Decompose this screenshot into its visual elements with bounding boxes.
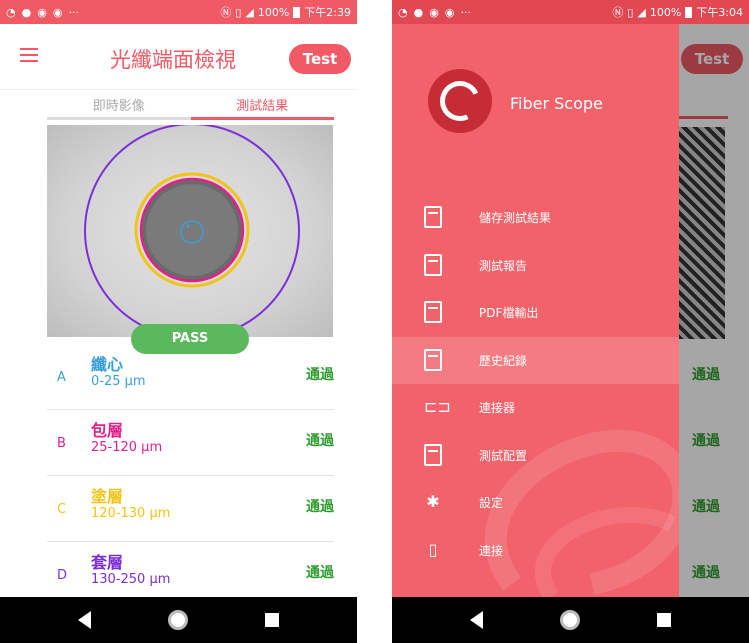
app-icon-2: ◉ xyxy=(444,5,455,19)
navigation-drawer: Fiber Scope 儲存測試結果 測試報告 PDF檔輸出 歷史紀錄 ⊏⊐ 連… xyxy=(392,24,679,597)
zone-range: 120-130 µm xyxy=(91,506,171,521)
zone-status: 通過 xyxy=(306,433,334,449)
brand-name: Fiber Scope xyxy=(510,94,603,113)
fiber-endface-image xyxy=(47,125,333,337)
menu-item-label: 歷史紀錄 xyxy=(479,353,528,368)
download-doc-icon xyxy=(424,206,442,228)
drawer-menu: 儲存測試結果 測試報告 PDF檔輸出 歷史紀錄 ⊏⊐ 連接器 測試配置 ✱ 設定… xyxy=(392,194,679,574)
status-bar: ◔ ● ◉ ◉ ··· Ⓝ ▯ ◢ 100% 下午2:39 xyxy=(0,0,357,24)
zone-letter: C xyxy=(57,502,67,517)
more-notifications: ··· xyxy=(460,5,471,19)
phone-icon: ▯ xyxy=(428,539,438,559)
menu-item-label: 儲存測試結果 xyxy=(479,211,552,225)
menu-item-label: 設定 xyxy=(479,496,504,510)
app-bar: 光纖端面檢視 Test xyxy=(0,24,357,90)
status-bar: ◔ ● ◉ ◉ ··· Ⓝ ▯ ◢ 100% 下午3:04 xyxy=(392,0,749,24)
zone-range: 130-250 µm xyxy=(91,572,171,587)
app-icon-2: ◉ xyxy=(52,5,63,19)
battery-icon xyxy=(685,6,693,18)
recent-apps-icon[interactable] xyxy=(264,613,279,627)
menu-item-connect[interactable]: ▯ 連接 xyxy=(392,527,679,575)
menu-item-save-result[interactable]: 儲存測試結果 xyxy=(392,194,679,242)
battery-icon xyxy=(293,6,301,18)
zone-status: 通過 xyxy=(306,565,334,581)
menu-item-label: 測試配置 xyxy=(479,448,528,463)
menu-item-label: 連接器 xyxy=(479,401,516,415)
zone-name: 纖心 xyxy=(91,355,124,374)
zone-name: 塗層 xyxy=(91,487,124,506)
vibrate-icon: ▯ xyxy=(627,5,634,19)
zone-status: 通過 xyxy=(306,499,334,515)
battery-percent: 100% xyxy=(649,5,682,19)
clock: 下午2:39 xyxy=(304,6,351,19)
battery-percent: 100% xyxy=(257,5,290,19)
zone-row-a[interactable]: A 纖心 0-25 µm 通過 xyxy=(47,344,334,410)
android-nav-bar xyxy=(0,597,357,643)
tab-test-result[interactable]: 測試結果 xyxy=(190,92,334,120)
menu-item-label: PDF檔輸出 xyxy=(479,306,539,320)
zone-range: 25-120 µm xyxy=(91,440,163,455)
zone-letter: D xyxy=(57,568,68,583)
zone-range: 0-25 µm xyxy=(91,374,146,389)
back-icon[interactable] xyxy=(78,611,92,629)
signal-icon: ◢ xyxy=(637,5,646,19)
page-title: 光纖端面檢視 xyxy=(110,48,236,72)
zone-letter: A xyxy=(57,370,66,385)
menu-item-test-report[interactable]: 測試報告 xyxy=(392,242,679,290)
notification-icon: ● xyxy=(21,5,32,19)
wifi-icon: ◔ xyxy=(398,5,408,19)
zone-name: 套層 xyxy=(91,553,124,572)
connector-icon: ⊏⊐ xyxy=(424,397,451,416)
app-icon: ◉ xyxy=(429,5,439,19)
zone-status: 通過 xyxy=(306,367,334,383)
pdf-doc-icon xyxy=(424,301,442,323)
phone-drawer-screen: ◔ ● ◉ ◉ ··· Ⓝ ▯ ◢ 100% 下午3:04 Test 通過 通過… xyxy=(392,0,749,643)
recent-apps-icon[interactable] xyxy=(656,613,671,627)
back-icon[interactable] xyxy=(470,611,484,629)
notification-icon: ● xyxy=(413,5,424,19)
menu-item-connector[interactable]: ⊏⊐ 連接器 xyxy=(392,384,679,432)
zone-results-list: A 纖心 0-25 µm 通過 B 包層 25-120 µm 通過 C 塗層 1… xyxy=(47,344,334,608)
view-tabs: 即時影像 測試結果 xyxy=(47,92,334,120)
wifi-icon: ◔ xyxy=(6,5,16,19)
cladding-area xyxy=(146,184,238,276)
menu-item-test-config[interactable]: 測試配置 xyxy=(392,432,679,480)
menu-item-label: 測試報告 xyxy=(479,258,528,273)
hamburger-menu-icon[interactable] xyxy=(20,48,38,62)
app-icon: ◉ xyxy=(37,5,47,19)
core-dot xyxy=(186,224,190,228)
menu-item-label: 連接 xyxy=(479,543,504,558)
app-logo xyxy=(428,69,492,133)
zone-letter: B xyxy=(57,436,66,451)
history-doc-icon xyxy=(424,348,442,371)
home-icon[interactable] xyxy=(559,610,580,630)
menu-item-settings[interactable]: ✱ 設定 xyxy=(392,479,679,527)
nfc-icon: Ⓝ xyxy=(612,6,624,19)
zone-row-b[interactable]: B 包層 25-120 µm 通過 xyxy=(47,410,334,476)
android-nav-bar xyxy=(392,597,749,643)
signal-icon: ◢ xyxy=(245,5,254,19)
menu-item-history[interactable]: 歷史紀錄 xyxy=(392,336,679,384)
zone-row-c[interactable]: C 塗層 120-130 µm 通過 xyxy=(47,476,334,542)
test-button[interactable]: Test xyxy=(289,44,351,74)
menu-item-pdf-export[interactable]: PDF檔輸出 xyxy=(392,289,679,337)
clock: 下午3:04 xyxy=(696,6,743,19)
home-icon[interactable] xyxy=(167,610,188,630)
more-notifications: ··· xyxy=(68,5,79,19)
report-doc-icon xyxy=(424,253,442,276)
nfc-icon: Ⓝ xyxy=(220,6,232,19)
phone-result-screen: ◔ ● ◉ ◉ ··· Ⓝ ▯ ◢ 100% 下午2:39 光纖端面檢視 Tes… xyxy=(0,0,357,643)
zone-name: 包層 xyxy=(91,421,124,440)
config-doc-icon xyxy=(424,443,442,466)
gear-icon: ✱ xyxy=(426,492,440,511)
vibrate-icon: ▯ xyxy=(235,5,242,19)
tab-live-image[interactable]: 即時影像 xyxy=(47,92,191,120)
